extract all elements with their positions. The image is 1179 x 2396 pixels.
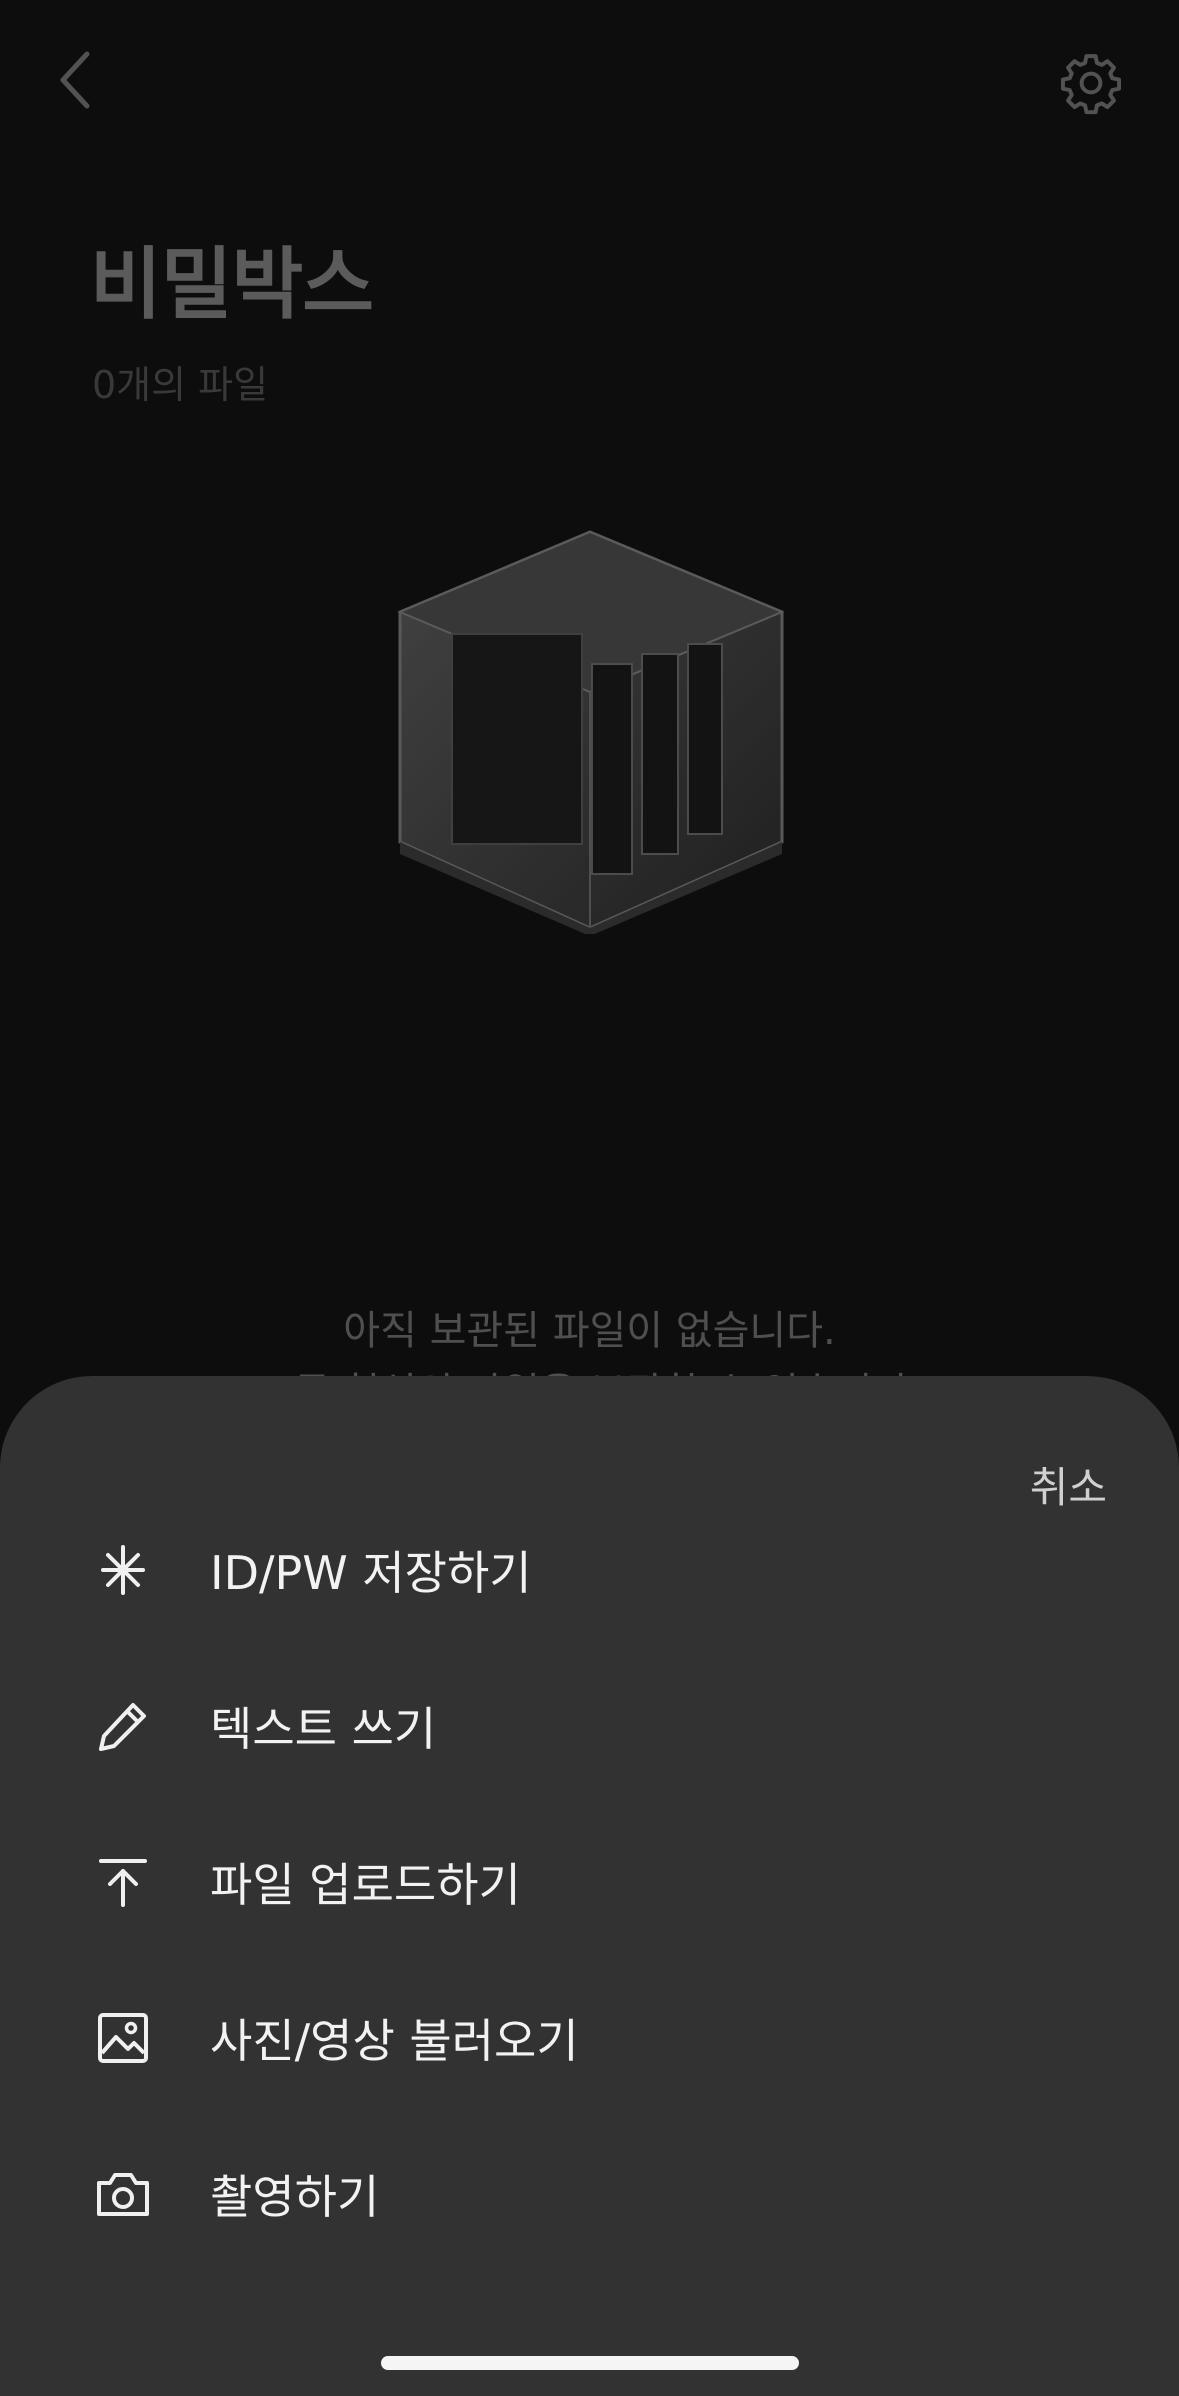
menu-item-capture[interactable]: 촬영하기 — [0, 2124, 1179, 2264]
pencil-icon — [88, 1691, 158, 1761]
menu-item-write-text[interactable]: 텍스트 쓰기 — [0, 1656, 1179, 1796]
menu-item-label: 텍스트 쓰기 — [210, 1702, 437, 1756]
asterisk-icon — [88, 1535, 158, 1605]
camera-icon — [88, 2159, 158, 2229]
menu-item-save-idpw[interactable]: ID/PW 저장하기 — [0, 1500, 1179, 1640]
menu-item-import-media[interactable]: 사진/영상 불러오기 — [0, 1968, 1179, 2108]
menu-item-label: 파일 업로드하기 — [210, 1858, 521, 1912]
action-sheet: 취소 ID/PW 저장하기 텍스트 쓰기 파일 업로드하기 사진/영상 불러오기… — [0, 1376, 1179, 2396]
menu-item-label: 촬영하기 — [210, 2170, 380, 2224]
menu-item-upload-file[interactable]: 파일 업로드하기 — [0, 1812, 1179, 1952]
menu-item-label: ID/PW 저장하기 — [210, 1546, 532, 1600]
image-icon — [88, 2003, 158, 2073]
menu-item-label: 사진/영상 불러오기 — [210, 2014, 579, 2068]
home-indicator — [381, 2356, 799, 2370]
upload-icon — [88, 1847, 158, 1917]
